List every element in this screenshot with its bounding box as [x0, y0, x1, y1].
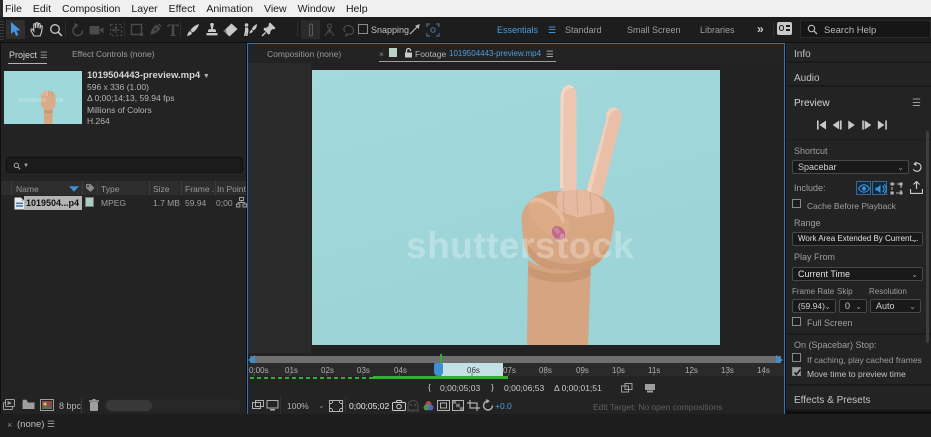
svg-text:ck: ck [56, 97, 64, 104]
svg-text:shutterst: shutterst [18, 97, 47, 104]
svg-text:shutterstock: shutterstock [406, 225, 634, 266]
